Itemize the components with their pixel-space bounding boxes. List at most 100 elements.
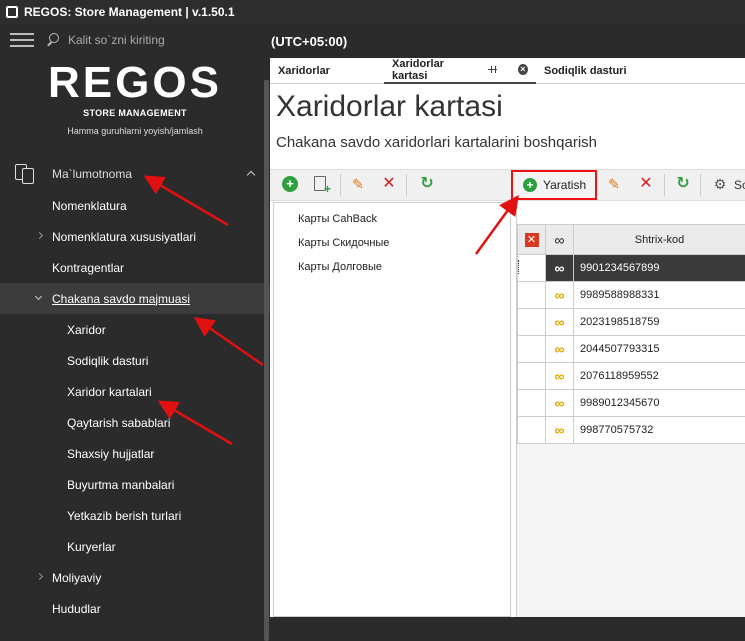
close-icon[interactable]: × [518, 64, 528, 75]
delete-group-button[interactable]: ✕ [381, 176, 397, 192]
chevron-right-icon [36, 573, 43, 580]
refresh-groups-button[interactable]: ↻ [419, 176, 435, 192]
sidebar-item-couriers[interactable]: Kuryerlar [0, 531, 270, 562]
documents-icon [15, 164, 37, 184]
infinity-icon: ∞ [546, 390, 574, 417]
sidebar-item-kontragentlar[interactable]: Kontragentlar [0, 252, 270, 283]
tab-customer-cards[interactable]: Xaridorlar kartasi × [384, 58, 536, 84]
chevron-down-icon [35, 293, 42, 300]
logo-brand: REGOS [0, 60, 270, 106]
refresh-button[interactable]: ↻ [675, 176, 691, 192]
sidebar-item-loyalty[interactable]: Sodiqlik dasturi [0, 345, 270, 376]
table-row[interactable]: ∞ 2076118959552 [518, 363, 745, 390]
sidebar-item-order-sources[interactable]: Buyurtma manbalari [0, 469, 270, 500]
barcode-cell: 2023198518759 [574, 309, 745, 336]
delete-button[interactable]: ✕ [638, 176, 654, 192]
gear-icon[interactable]: ⚙ [712, 176, 728, 192]
row-checkbox[interactable] [518, 363, 546, 390]
cards-grid-panel: ✕ ∞ Shtrix-kod ∞ 9901234567899 ∞ 9989588… [516, 202, 745, 617]
page-title: Xaridorlar kartasi [276, 90, 503, 124]
sidebar-item-label: Moliyaviy [52, 571, 101, 585]
menu-icon[interactable] [10, 33, 34, 47]
expand-collapse-groups[interactable]: Hamma guruhlarni yoyish/jamlash [0, 126, 270, 136]
tab-bar: Xaridorlar Xaridorlar kartasi × Sodiqlik… [270, 58, 745, 84]
plus-icon: + [523, 178, 537, 192]
list-item[interactable]: Карты Скидочные [298, 237, 389, 249]
list-item[interactable]: Карты CahBack [298, 213, 377, 225]
infinity-icon: ∞ [546, 417, 574, 444]
sidebar: Kalit so`zni kiriting REGOS STORE MANAGE… [0, 24, 270, 617]
table-row[interactable]: ∞ 9989012345670 [518, 390, 745, 417]
infinity-icon: ∞ [546, 336, 574, 363]
row-checkbox[interactable] [518, 390, 546, 417]
toolbar-divider [664, 174, 665, 196]
sidebar-item-delivery-types[interactable]: Yetkazib berish turlari [0, 500, 270, 531]
sidebar-item-nomenklatura-properties[interactable]: Nomenklatura xususiyatlari [0, 221, 270, 252]
tab-customers[interactable]: Xaridorlar [270, 58, 384, 84]
sidebar-section-reference[interactable]: Ma`lumotnoma [0, 158, 270, 190]
add-group-button[interactable]: + [282, 176, 298, 192]
row-checkbox[interactable] [518, 282, 546, 309]
sidebar-item-financial[interactable]: Moliyaviy [0, 562, 270, 593]
sidebar-nav: Ma`lumotnoma Nomenklatura Nomenklatura x… [0, 158, 270, 624]
chevron-up-icon [247, 171, 255, 179]
sidebar-scrollbar[interactable] [264, 80, 269, 641]
pin-icon[interactable] [488, 66, 496, 73]
app-icon [6, 6, 18, 18]
search-bar[interactable]: Kalit so`zni kiriting [0, 24, 270, 56]
grid-header-space [517, 202, 745, 224]
row-checkbox[interactable] [518, 417, 546, 444]
column-header-barcode[interactable]: Shtrix-kod [574, 225, 745, 255]
sidebar-item-regions[interactable]: Hududlar [0, 593, 270, 624]
toolbar [270, 169, 745, 201]
barcode-cell: 2076118959552 [574, 363, 745, 390]
delete-marked-icon[interactable]: ✕ [525, 233, 539, 247]
sidebar-item-xaridor[interactable]: Xaridor [0, 314, 270, 345]
logo: REGOS STORE MANAGEMENT Hamma guruhlarni … [0, 60, 270, 136]
infinity-icon: ∞ [546, 282, 574, 309]
toolbar-divider [406, 174, 407, 196]
table-row[interactable]: ∞ 9901234567899 [518, 255, 745, 282]
search-icon [46, 33, 60, 47]
settings-button[interactable]: Sc [734, 178, 745, 192]
page-subtitle: Chakana savdo xaridorlari kartalarini bo… [276, 134, 597, 151]
column-header-infinity[interactable]: ∞ [546, 225, 574, 255]
row-checkbox[interactable] [518, 336, 546, 363]
tab-label: Xaridorlar kartasi [392, 58, 476, 82]
timezone-label: (UTC+05:00) [270, 24, 745, 58]
sidebar-item-personal-docs[interactable]: Shaxsiy hujjatlar [0, 438, 270, 469]
create-button[interactable]: + Yaratish [511, 170, 597, 200]
toolbar-divider [700, 174, 701, 196]
chevron-right-icon [36, 232, 43, 239]
create-button-label: Yaratish [543, 178, 586, 192]
title-bar: REGOS: Store Management | v.1.50.1 [0, 0, 745, 24]
card-type-list: Карты CahBack Карты Скидочные Карты Долг… [273, 202, 511, 617]
sidebar-item-label: Nomenklatura xususiyatlari [52, 230, 196, 244]
edit-button[interactable]: ✎ [606, 176, 622, 192]
table-row[interactable]: ∞ 2044507793315 [518, 336, 745, 363]
add-subgroup-button[interactable] [314, 176, 326, 191]
table-row[interactable]: ∞ 998770575732 [518, 417, 745, 444]
logo-subtitle: STORE MANAGEMENT [0, 108, 270, 118]
barcode-cell: 9989012345670 [574, 390, 745, 417]
sidebar-item-nomenklatura[interactable]: Nomenklatura [0, 190, 270, 221]
cards-grid: ✕ ∞ Shtrix-kod ∞ 9901234567899 ∞ 9989588… [517, 224, 745, 444]
edit-group-button[interactable]: ✎ [350, 176, 366, 192]
tab-loyalty-program[interactable]: Sodiqlik dasturi [536, 58, 635, 84]
list-item[interactable]: Карты Долговые [298, 261, 382, 273]
table-row[interactable]: ∞ 2023198518759 [518, 309, 745, 336]
column-header-select[interactable]: ✕ [518, 225, 546, 255]
barcode-cell: 2044507793315 [574, 336, 745, 363]
sidebar-item-retail-complex[interactable]: Chakana savdo majmuasi [0, 283, 270, 314]
search-input[interactable]: Kalit so`zni kiriting [68, 33, 165, 47]
tab-label: Xaridorlar [278, 65, 330, 77]
sidebar-item-customer-cards[interactable]: Xaridor kartalari [0, 376, 270, 407]
sidebar-item-label: Chakana savdo majmuasi [52, 292, 190, 306]
table-row[interactable]: ∞ 9989588988331 [518, 282, 745, 309]
row-checkbox[interactable] [518, 255, 546, 282]
tab-label: Sodiqlik dasturi [544, 65, 627, 77]
infinity-icon: ∞ [546, 309, 574, 336]
sidebar-item-return-reasons[interactable]: Qaytarish sabablari [0, 407, 270, 438]
infinity-icon: ∞ [546, 363, 574, 390]
row-checkbox[interactable] [518, 309, 546, 336]
